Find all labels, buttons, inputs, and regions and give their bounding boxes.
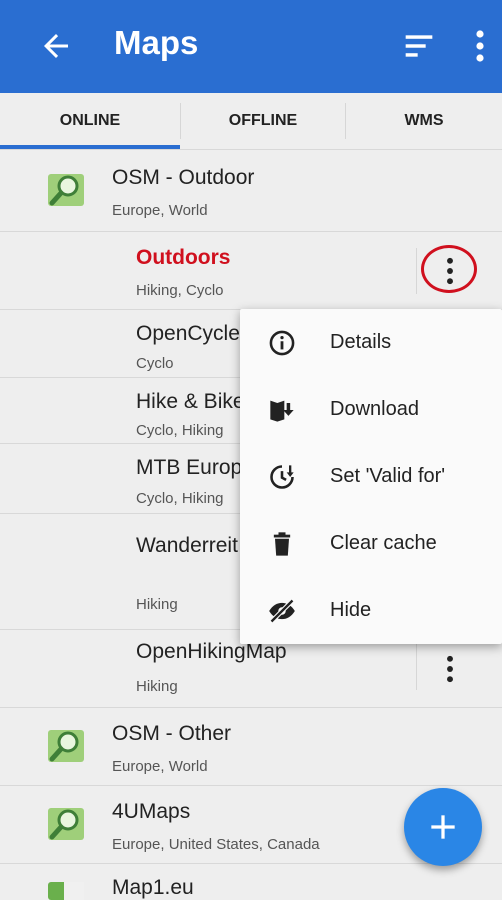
tab-online[interactable]: ONLINE — [0, 93, 180, 149]
menu-item-details[interactable]: Details — [240, 309, 502, 376]
map-item-name: Wanderreit — [136, 534, 238, 557]
more-vert-icon[interactable] — [440, 652, 460, 686]
map-group-regions: Europe, United States, Canada — [112, 836, 320, 853]
menu-item-hide[interactable]: Hide — [240, 577, 502, 644]
menu-item-label: Details — [330, 331, 392, 353]
map-group-name: Map1.eu — [112, 876, 194, 899]
map-group-name: OSM - Outdoor — [112, 166, 255, 189]
highlight-circle — [421, 245, 477, 293]
info-icon — [269, 330, 295, 356]
map-item-name: Hike & Bike — [136, 390, 245, 413]
tab-wms[interactable]: WMS — [346, 93, 502, 149]
page-title: Maps — [114, 24, 199, 61]
menu-item-download[interactable]: Download — [240, 376, 502, 443]
menu-item-label: Download — [330, 398, 419, 420]
map-group-regions: Europe, World — [112, 202, 208, 219]
menu-item-set-valid-for[interactable]: Set 'Valid for' — [240, 443, 502, 510]
menu-item-label: Clear cache — [330, 532, 437, 554]
map-item-tags: Hiking, Cyclo — [136, 282, 224, 299]
map-item-name: Outdoors — [136, 246, 231, 269]
row-divider — [416, 644, 417, 690]
map-app-icon — [48, 882, 84, 900]
map-item-tags: Hiking — [136, 596, 178, 613]
map-group-row[interactable]: OSM - Outdoor Europe, World — [0, 150, 502, 232]
tab-bar: ONLINE OFFLINE WMS — [0, 93, 502, 150]
menu-item-label: Set 'Valid for' — [330, 465, 446, 487]
map-item-tags: Cyclo — [136, 355, 174, 372]
tab-indicator — [0, 145, 180, 149]
more-vert-icon[interactable] — [470, 28, 490, 64]
download-map-icon — [270, 400, 294, 422]
map-item-tags: Hiking — [136, 678, 178, 695]
trash-icon — [273, 532, 291, 556]
map-item-name: OpenCycle — [136, 322, 240, 345]
menu-item-label: Hide — [330, 599, 372, 621]
map-group-row[interactable]: Map1.eu — [0, 864, 502, 900]
tab-offline[interactable]: OFFLINE — [181, 93, 345, 149]
add-map-button[interactable] — [404, 788, 482, 866]
row-divider — [416, 248, 417, 294]
plus-icon — [431, 815, 455, 839]
menu-item-clear-cache[interactable]: Clear cache — [240, 510, 502, 577]
map-group-name: 4UMaps — [112, 800, 191, 823]
map-search-icon — [48, 730, 84, 762]
map-search-icon — [48, 174, 84, 206]
map-item-tags: Cyclo, Hiking — [136, 490, 224, 507]
context-menu: Details Download Set 'Valid for' Clear c… — [240, 309, 502, 644]
app-bar: Maps — [0, 0, 502, 93]
hide-eye-icon — [269, 598, 295, 624]
map-group-regions: Europe, World — [112, 758, 208, 775]
map-search-icon — [48, 808, 84, 840]
map-item-name: MTB Europ — [136, 456, 243, 479]
map-group-row[interactable]: OSM - Other Europe, World — [0, 708, 502, 786]
clock-update-icon — [270, 465, 294, 489]
sort-icon[interactable] — [402, 30, 436, 62]
map-item-tags: Cyclo, Hiking — [136, 422, 224, 439]
map-group-name: OSM - Other — [112, 722, 232, 745]
back-arrow-icon[interactable] — [38, 28, 74, 64]
